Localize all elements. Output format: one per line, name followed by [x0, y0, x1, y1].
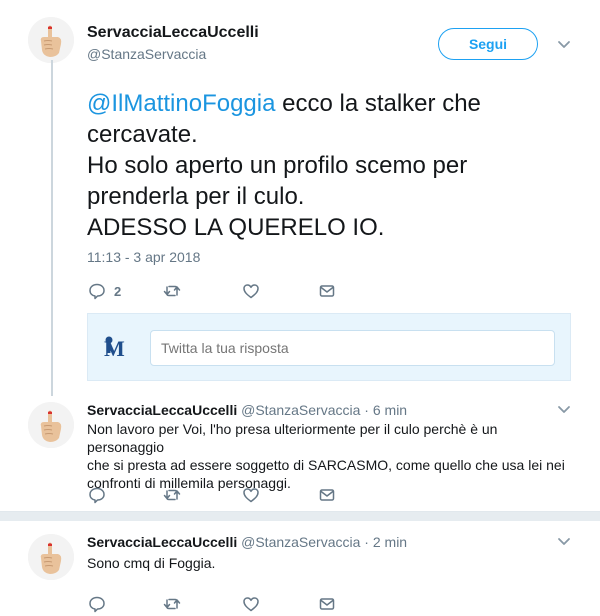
tweet-timestamp[interactable]: 11:13 - 3 apr 2018: [87, 249, 200, 265]
direct-message-button[interactable]: [318, 485, 336, 505]
reply-button[interactable]: [88, 594, 106, 614]
direct-message-button[interactable]: [318, 281, 336, 301]
tweet-text: @IlMattinoFoggia ecco la stalker che cer…: [87, 88, 567, 243]
retweet-icon: [163, 595, 181, 613]
like-button[interactable]: [242, 281, 260, 301]
reply-input[interactable]: [150, 330, 555, 366]
reply-1-text: Non lavoro per Voi, l'ho presa ulteriorm…: [87, 420, 567, 492]
reply-1-avatar[interactable]: [28, 402, 74, 448]
author-handle[interactable]: @StanzaServaccia: [87, 46, 206, 62]
follow-button[interactable]: Segui: [438, 28, 538, 60]
author-name[interactable]: ServacciaLeccaUccelli: [87, 24, 259, 42]
like-button[interactable]: [242, 594, 260, 614]
reply-2-time[interactable]: 2 min: [373, 534, 407, 550]
reply-2-separator: ·: [364, 534, 369, 550]
reply-1-separator: ·: [364, 402, 369, 418]
chevron-down-icon[interactable]: [557, 405, 571, 415]
envelope-icon: [318, 486, 336, 504]
retweet-icon: [163, 486, 181, 504]
reply-1-time[interactable]: 6 min: [373, 402, 407, 418]
user-avatar-logo: M: [104, 334, 134, 361]
reply-tweet-1[interactable]: ServacciaLeccaUccelli @StanzaServaccia ·…: [0, 391, 600, 509]
reply-2-header: ServacciaLeccaUccelli @StanzaServaccia ·…: [87, 534, 407, 550]
reply-1-line-1: Non lavoro per Voi, l'ho presa ulteriorm…: [87, 421, 498, 455]
tweet-text-line-1: @IlMattinoFoggia ecco la stalker che: [87, 88, 567, 119]
reply-1-line-2: che si presta ad essere soggetto di SARC…: [87, 457, 565, 473]
reply-icon: [88, 282, 106, 300]
reply-icon: [88, 486, 106, 504]
mention-link[interactable]: @IlMattinoFoggia: [87, 90, 275, 117]
tweet-text-line-3: Ho solo aperto un profilo scemo per: [87, 152, 468, 179]
heart-icon: [242, 486, 260, 504]
heart-icon: [242, 595, 260, 613]
reply-1-author-handle[interactable]: @StanzaServaccia: [241, 402, 360, 418]
reply-icon: [88, 595, 106, 613]
tweet-text-line-2: cercavate.: [87, 121, 198, 148]
reply-composer: M: [87, 313, 571, 381]
envelope-icon: [318, 282, 336, 300]
reply-tweet-2[interactable]: ServacciaLeccaUccelli @StanzaServaccia ·…: [0, 522, 600, 616]
reply-2-avatar[interactable]: [28, 534, 74, 580]
conversation-separator: [0, 511, 600, 521]
chevron-down-icon[interactable]: [557, 537, 571, 547]
retweet-button[interactable]: [163, 594, 181, 614]
chevron-down-icon[interactable]: [557, 40, 571, 50]
reply-2-text: Sono cmq di Foggia.: [87, 554, 567, 572]
reply-2-author-handle[interactable]: @StanzaServaccia: [241, 534, 360, 550]
tweet-text-line-5: ADESSO LA QUERELO IO.: [87, 214, 385, 241]
reply-2-line-1: Sono cmq di Foggia.: [87, 555, 216, 571]
author-avatar[interactable]: [28, 17, 74, 63]
tweet-text-line1-rest: ecco la stalker che: [275, 90, 481, 117]
retweet-button[interactable]: [163, 281, 181, 301]
envelope-icon: [318, 595, 336, 613]
reply-2-author-name[interactable]: ServacciaLeccaUccelli: [87, 534, 237, 550]
thread-line: [51, 60, 53, 396]
reply-1-author-name[interactable]: ServacciaLeccaUccelli: [87, 402, 237, 418]
heart-icon: [242, 282, 260, 300]
retweet-icon: [163, 282, 181, 300]
main-tweet: ServacciaLeccaUccelli @StanzaServaccia S…: [0, 0, 600, 396]
direct-message-button[interactable]: [318, 594, 336, 614]
reply-button[interactable]: [88, 485, 106, 505]
reply-button[interactable]: 2: [88, 281, 121, 301]
retweet-button[interactable]: [163, 485, 181, 505]
reply-1-header: ServacciaLeccaUccelli @StanzaServaccia ·…: [87, 402, 407, 418]
tweet-text-line-4: prenderla per il culo.: [87, 183, 305, 210]
like-button[interactable]: [242, 485, 260, 505]
reply-count: 2: [114, 283, 122, 299]
